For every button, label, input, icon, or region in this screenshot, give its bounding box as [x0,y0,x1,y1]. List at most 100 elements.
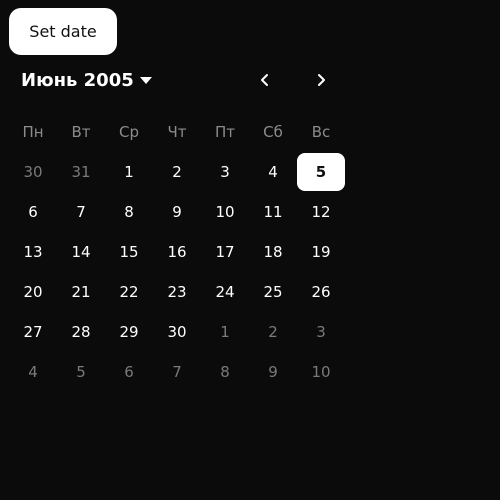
day-number: 24 [215,283,235,301]
day-cell[interactable]: 24 [201,272,249,312]
day-number: 4 [268,163,278,181]
weekday-header: Пт [214,123,236,141]
next-month-button[interactable] [307,66,335,94]
previous-month-button[interactable] [251,66,279,94]
weekday-header: Ср [119,123,139,141]
day-cell[interactable]: 9 [249,352,297,392]
day-cell[interactable]: 14 [57,232,105,272]
day-cell[interactable]: 23 [153,272,201,312]
day-cell[interactable]: 2 [153,152,201,192]
day-number: 7 [172,363,182,381]
calendar-grid: Пн Вт Ср Чт Пт Сб Вс 30 31 1 2 3 4 5 6 7 8 9 10 11 12 13 14 15 1… [9,112,345,392]
calendar-header: Июнь 2005 [21,66,351,94]
day-number: 21 [71,283,91,301]
day-number: 22 [119,283,139,301]
day-cell[interactable]: 3 [297,312,345,352]
page: Set date Июнь 2005 Пн Вт Ср Чт Пт Сб Вс 30 31 1 2 3… [0,0,500,500]
day-cell[interactable]: 10 [201,192,249,232]
day-cell[interactable]: 7 [153,352,201,392]
day-number: 11 [263,203,283,221]
day-number: 18 [263,243,283,261]
day-number: 8 [220,363,230,381]
day-cell[interactable]: 11 [249,192,297,232]
day-cell[interactable]: 31 [57,152,105,192]
day-number: 17 [215,243,235,261]
day-number: 1 [124,163,134,181]
day-cell[interactable]: 13 [9,232,57,272]
day-number: 9 [172,203,182,221]
day-cell[interactable]: 4 [9,352,57,392]
day-number: 2 [268,323,278,341]
day-cell[interactable]: 22 [105,272,153,312]
month-year-label: Июнь 2005 [21,69,134,91]
day-number: 6 [124,363,134,381]
day-number: 30 [167,323,187,341]
day-number: 3 [220,163,230,181]
day-number: 13 [23,243,43,261]
day-number: 31 [71,163,91,181]
day-cell[interactable]: 30 [153,312,201,352]
weekday-header: Вс [311,123,331,141]
day-number: 4 [28,363,38,381]
day-number: 15 [119,243,139,261]
day-number: 5 [297,153,345,191]
chevron-left-icon [261,74,268,86]
day-cell[interactable]: 16 [153,232,201,272]
chevron-right-icon [318,74,325,86]
day-cell[interactable]: 3 [201,152,249,192]
day-cell[interactable]: 20 [9,272,57,312]
day-cell[interactable]: 10 [297,352,345,392]
day-cell[interactable]: 6 [9,192,57,232]
day-cell[interactable]: 29 [105,312,153,352]
day-number: 6 [28,203,38,221]
day-cell[interactable]: 19 [297,232,345,272]
set-date-button[interactable]: Set date [9,8,117,55]
day-number: 23 [167,283,187,301]
weekday-header: Чт [167,123,187,141]
weekday-header: Сб [263,123,283,141]
day-cell[interactable]: 21 [57,272,105,312]
day-number: 30 [23,163,43,181]
day-number: 7 [76,203,86,221]
day-number: 20 [23,283,43,301]
day-number: 12 [311,203,331,221]
day-number: 3 [316,323,326,341]
day-number: 25 [263,283,283,301]
selected-day-cell[interactable]: 5 [297,152,345,192]
day-cell[interactable]: 18 [249,232,297,272]
caret-down-icon [139,76,152,84]
day-cell[interactable]: 9 [153,192,201,232]
day-cell[interactable]: 1 [201,312,249,352]
day-number: 5 [76,363,86,381]
day-number: 10 [311,363,331,381]
day-cell[interactable]: 25 [249,272,297,312]
day-cell[interactable]: 15 [105,232,153,272]
day-cell[interactable]: 7 [57,192,105,232]
day-cell[interactable]: 1 [105,152,153,192]
day-number: 9 [268,363,278,381]
day-number: 10 [215,203,235,221]
weekday-header: Вт [71,123,91,141]
day-cell[interactable]: 28 [57,312,105,352]
day-cell[interactable]: 26 [297,272,345,312]
day-cell[interactable]: 2 [249,312,297,352]
day-number: 14 [71,243,91,261]
day-cell[interactable]: 6 [105,352,153,392]
day-number: 26 [311,283,331,301]
day-cell[interactable]: 30 [9,152,57,192]
day-number: 8 [124,203,134,221]
day-cell[interactable]: 5 [57,352,105,392]
day-cell[interactable]: 17 [201,232,249,272]
day-number: 1 [220,323,230,341]
day-cell[interactable]: 12 [297,192,345,232]
month-year-selector[interactable]: Июнь 2005 [21,66,152,94]
day-number: 19 [311,243,331,261]
day-cell[interactable]: 4 [249,152,297,192]
day-number: 2 [172,163,182,181]
day-number: 29 [119,323,139,341]
day-number: 16 [167,243,187,261]
day-cell[interactable]: 27 [9,312,57,352]
day-cell[interactable]: 8 [201,352,249,392]
day-cell[interactable]: 8 [105,192,153,232]
day-number: 28 [71,323,91,341]
